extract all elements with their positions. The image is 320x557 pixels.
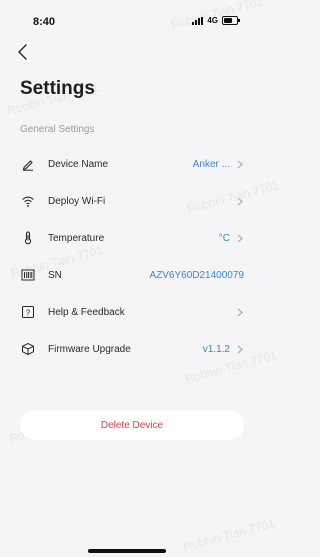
back-button[interactable] — [14, 42, 34, 62]
settings-list: Device Name Anker ... Deploy Wi-Fi Tempe… — [0, 146, 254, 368]
row-value: Anker ... — [192, 159, 230, 170]
row-label: SN — [48, 270, 62, 281]
temperature-row[interactable]: Temperature °C — [0, 220, 254, 257]
row-label: Help & Feedback — [48, 307, 125, 318]
network-label: 4G — [207, 16, 218, 25]
row-label: Deploy Wi-Fi — [48, 196, 106, 207]
row-value: AZV6Y60D21400079 — [149, 270, 244, 281]
row-label: Temperature — [48, 233, 105, 244]
row-value: v1.1.2 — [202, 344, 230, 355]
watermark: Robbin Tian 7701 — [181, 516, 277, 554]
pencil-icon — [22, 160, 33, 171]
chevron-right-icon — [237, 197, 243, 206]
row-label: Device Name — [48, 159, 109, 170]
wifi-icon — [22, 196, 34, 207]
home-indicator[interactable] — [88, 549, 166, 553]
page-title: Settings — [20, 78, 95, 99]
section-label: General Settings — [20, 124, 95, 135]
barcode-icon — [21, 269, 35, 281]
svg-text:?: ? — [26, 308, 31, 317]
row-label: Firmware Upgrade — [48, 344, 131, 355]
device-name-row[interactable]: Device Name Anker ... — [0, 146, 254, 183]
status-bar: 8:40 4G — [0, 0, 254, 36]
delete-device-label: Delete Device — [100, 419, 164, 431]
status-time: 8:40 — [33, 16, 56, 28]
help-feedback-row[interactable]: ? Help & Feedback — [0, 294, 254, 331]
row-value: °C — [218, 233, 230, 244]
signal-icon — [192, 16, 204, 25]
firmware-upgrade-row[interactable]: Firmware Upgrade v1.1.2 — [0, 331, 254, 368]
delete-device-button[interactable]: Delete Device — [20, 410, 244, 440]
chevron-right-icon — [237, 345, 243, 354]
deploy-wifi-row[interactable]: Deploy Wi-Fi — [0, 183, 254, 220]
chevron-left-icon — [18, 44, 27, 60]
thermometer-icon — [24, 231, 32, 245]
chevron-right-icon — [237, 234, 243, 243]
chevron-right-icon — [237, 308, 243, 317]
serial-number-row: SN AZV6Y60D21400079 — [0, 257, 254, 294]
help-icon: ? — [22, 306, 34, 318]
box-icon — [22, 343, 34, 355]
status-indicators: 4G — [192, 16, 240, 25]
battery-icon — [222, 16, 240, 25]
chevron-right-icon — [237, 160, 243, 169]
